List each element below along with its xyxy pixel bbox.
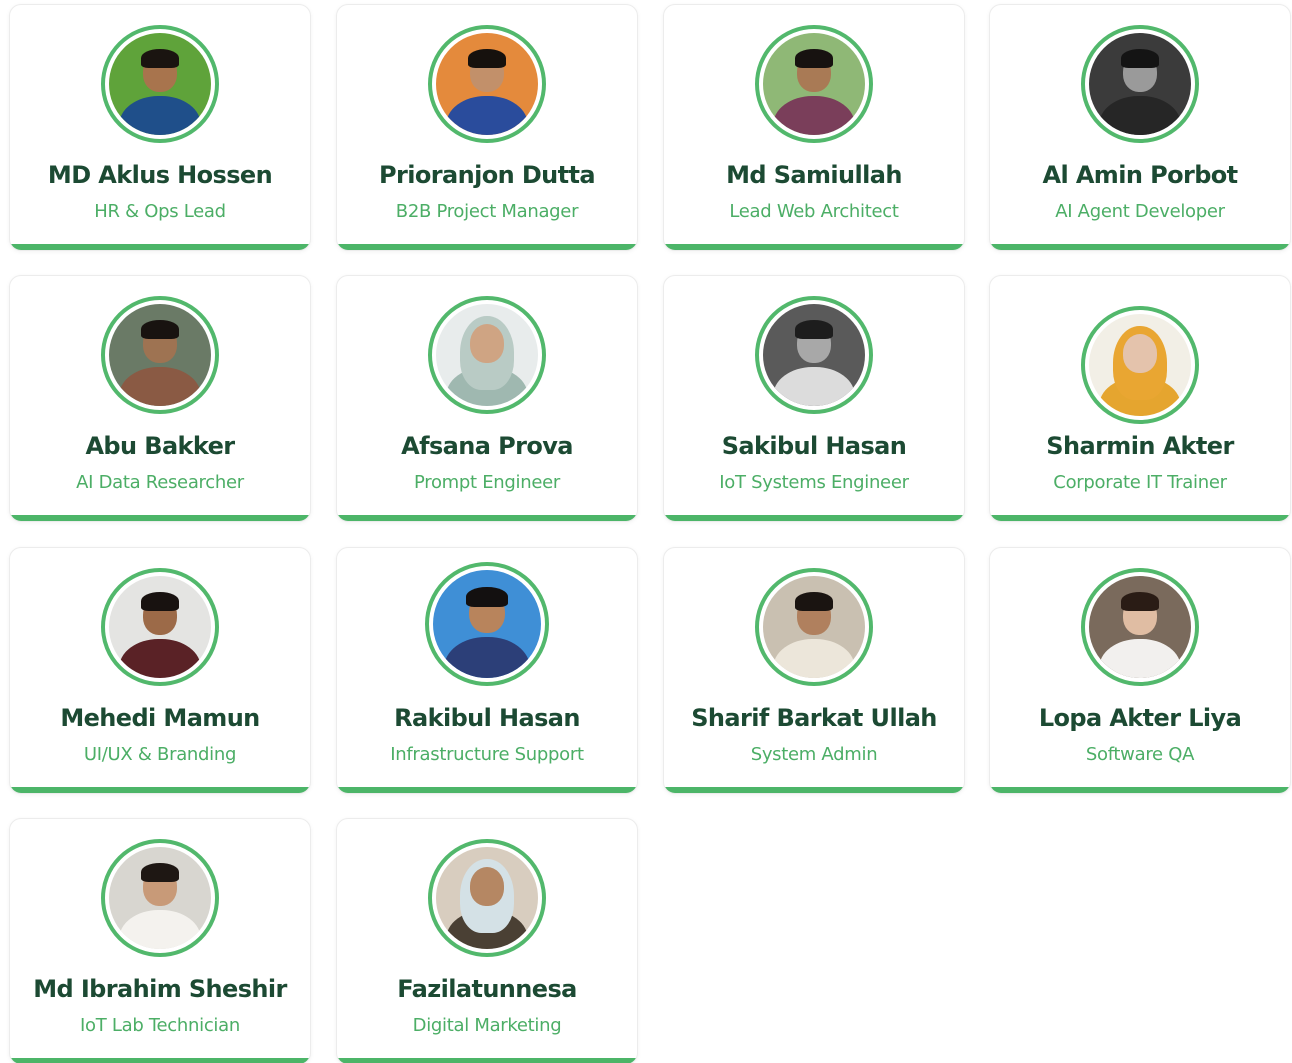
avatar [1081,25,1199,143]
member-role: Lead Web Architect [729,201,899,222]
member-name: Md Samiullah [726,161,902,189]
team-card[interactable]: Lopa Akter Liya Software QA [989,547,1291,794]
member-role: AI Data Researcher [76,472,244,493]
member-name: Lopa Akter Liya [1038,704,1242,732]
member-role: Infrastructure Support [390,744,584,765]
avatar [101,839,219,957]
team-card[interactable]: Prioranjon Dutta B2B Project Manager [336,4,638,251]
team-card[interactable]: Al Amin Porbot AI Agent Developer [989,4,1291,251]
avatar [1081,568,1199,686]
member-role: HR & Ops Lead [94,201,226,222]
member-name: MD Aklus Hossen [47,161,273,189]
team-card[interactable]: Abu Bakker AI Data Researcher [9,275,311,522]
member-name: Md Ibrahim Sheshir [33,975,287,1003]
avatar [428,25,546,143]
member-name: Mehedi Mamun [60,704,260,732]
avatar [425,562,549,686]
avatar [755,296,873,414]
member-role: IoT Lab Technician [80,1015,240,1036]
member-name: Sakibul Hasan [721,432,907,460]
member-name: Abu Bakker [85,432,235,460]
avatar [101,296,219,414]
team-grid: MD Aklus Hossen HR & Ops Lead Prioranjon… [0,0,1292,1063]
member-name: Sharmin Akter [1046,432,1234,460]
team-card[interactable]: Fazilatunnesa Digital Marketing [336,818,638,1063]
team-card[interactable]: Sakibul Hasan IoT Systems Engineer [663,275,965,522]
team-card[interactable]: Md Samiullah Lead Web Architect [663,4,965,251]
team-card[interactable]: Mehedi Mamun UI/UX & Branding [9,547,311,794]
team-card[interactable]: MD Aklus Hossen HR & Ops Lead [9,4,311,251]
avatar [755,568,873,686]
avatar [428,296,546,414]
team-card[interactable]: Md Ibrahim Sheshir IoT Lab Technician [9,818,311,1063]
member-name: Al Amin Porbot [1042,161,1238,189]
member-name: Sharif Barkat Ullah [691,704,937,732]
member-role: Digital Marketing [412,1015,562,1036]
member-role: B2B Project Manager [395,201,579,222]
member-name: Rakibul Hasan [394,704,580,732]
avatar [101,568,219,686]
member-role: Software QA [1085,744,1195,765]
member-role: Corporate IT Trainer [1053,472,1227,493]
avatar [428,839,546,957]
member-role: System Admin [750,744,878,765]
member-name: Afsana Prova [401,432,573,460]
team-card[interactable]: Sharif Barkat Ullah System Admin [663,547,965,794]
member-role: UI/UX & Branding [83,744,237,765]
avatar [755,25,873,143]
member-role: Prompt Engineer [414,472,560,493]
avatar [101,25,219,143]
team-card[interactable]: Afsana Prova Prompt Engineer [336,275,638,522]
member-role: IoT Systems Engineer [719,472,909,493]
member-name: Prioranjon Dutta [379,161,596,189]
member-name: Fazilatunnesa [397,975,577,1003]
team-card[interactable]: Rakibul Hasan Infrastructure Support [336,547,638,794]
team-card[interactable]: Sharmin Akter Corporate IT Trainer [989,275,1291,522]
avatar [1081,306,1199,424]
member-role: AI Agent Developer [1055,201,1225,222]
